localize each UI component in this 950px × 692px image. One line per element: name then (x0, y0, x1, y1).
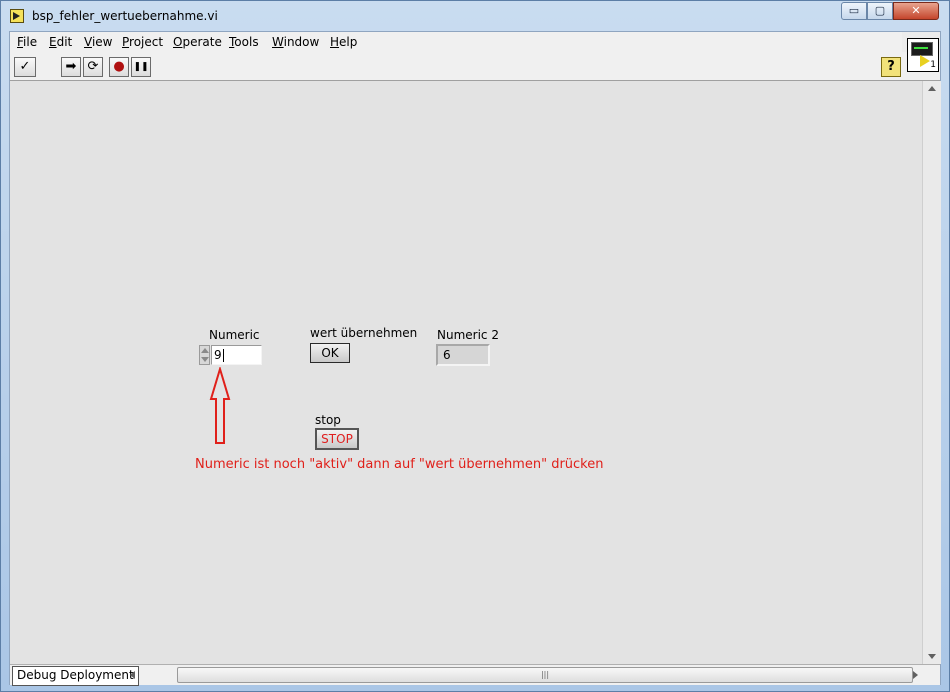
maximize-button[interactable]: ▢ (867, 2, 893, 20)
menu-project[interactable]: Project (122, 35, 163, 49)
stop-button[interactable]: STOP (315, 428, 359, 450)
menu-edit-mnemonic: E (49, 35, 57, 49)
menu-file[interactable]: File (17, 35, 37, 49)
menu-edit-label: dit (56, 35, 73, 49)
labview-app-icon (10, 9, 24, 23)
minimize-button[interactable]: ▭ (841, 2, 867, 20)
menu-help-mnemonic: H (330, 35, 340, 49)
front-panel-window: File Edit View Project Operate Tools Win… (9, 31, 941, 686)
up-arrow-annotation-icon (209, 367, 231, 444)
menu-bar: File Edit View Project Operate Tools Win… (10, 32, 902, 52)
wert-uebernehmen-label: wert übernehmen (310, 326, 418, 340)
menu-edit[interactable]: Edit (49, 35, 72, 49)
abort-execution-icon[interactable]: ● (109, 57, 129, 77)
menu-tools-label: ools (234, 35, 259, 49)
scroll-thumb[interactable]: ||| (177, 667, 913, 683)
scroll-left-icon[interactable] (130, 671, 135, 679)
waveform-screen-icon (911, 42, 933, 56)
scroll-right-icon[interactable] (913, 671, 918, 679)
annotation-text: Numeric ist noch "aktiv" dann auf "wert … (195, 457, 604, 472)
numeric-label: Numeric (209, 328, 260, 342)
pause-icon[interactable]: ❚❚ (131, 57, 151, 77)
horizontal-scrollbar[interactable]: ||| (128, 667, 920, 683)
menu-project-mnemonic: P (122, 35, 130, 49)
numeric-control-value: 9 (214, 348, 222, 362)
scroll-up-icon[interactable] (928, 86, 936, 91)
toolbar: ✓ ➡ ⟳ ● ❚❚ ? (10, 52, 940, 81)
vi-icon[interactable]: 1 (907, 38, 939, 72)
text-cursor (222, 349, 224, 362)
decrement-arrow-icon[interactable] (201, 357, 209, 362)
ok-button[interactable]: OK (310, 343, 350, 363)
application-context-label[interactable]: Debug Deployment (12, 666, 139, 686)
menu-window-label: indow (283, 35, 320, 49)
menu-help-label: elp (339, 35, 358, 49)
menu-view-mnemonic: V (84, 35, 92, 49)
menu-operate[interactable]: Operate (173, 35, 222, 49)
increment-arrow-icon[interactable] (201, 348, 209, 353)
labview-window: bsp_fehler_wertuebernahme.vi ▭ ▢ ✕ File … (0, 0, 950, 692)
status-bar: Debug Deployment ||| (10, 664, 940, 686)
vi-arrow-icon (920, 55, 930, 67)
run-continuously-icon[interactable]: ⟳ (83, 57, 103, 77)
vi-icon-number: 1 (930, 60, 936, 70)
menu-help[interactable]: Help (330, 35, 357, 49)
numeric2-indicator: 6 (436, 344, 490, 366)
menu-view-label: iew (91, 35, 113, 49)
menu-view[interactable]: View (84, 35, 112, 49)
menu-file-label: ile (23, 35, 38, 49)
front-panel: Numeric 9 wert übernehmen OK Numeric 2 6… (10, 81, 922, 664)
menu-project-label: roject (129, 35, 164, 49)
title-bar[interactable]: bsp_fehler_wertuebernahme.vi ▭ ▢ ✕ (1, 1, 949, 31)
menu-window[interactable]: Window (272, 35, 319, 49)
run-arrow-icon[interactable]: ➡ (61, 57, 81, 77)
vertical-scrollbar[interactable] (922, 81, 941, 664)
numeric-control[interactable]: 9 (211, 345, 262, 365)
scroll-down-icon[interactable] (928, 654, 936, 659)
numeric2-label: Numeric 2 (437, 328, 499, 342)
stop-label: stop (315, 413, 341, 427)
menu-tools[interactable]: Tools (229, 35, 259, 49)
menu-operate-label: perate (182, 35, 222, 49)
menu-window-mnemonic: W (272, 35, 284, 49)
numeric-increment-decrement[interactable] (199, 345, 210, 365)
context-help-icon[interactable]: ? (881, 57, 901, 77)
window-title: bsp_fehler_wertuebernahme.vi (32, 9, 218, 23)
check-icon[interactable]: ✓ (14, 57, 36, 77)
close-button[interactable]: ✕ (893, 2, 939, 20)
